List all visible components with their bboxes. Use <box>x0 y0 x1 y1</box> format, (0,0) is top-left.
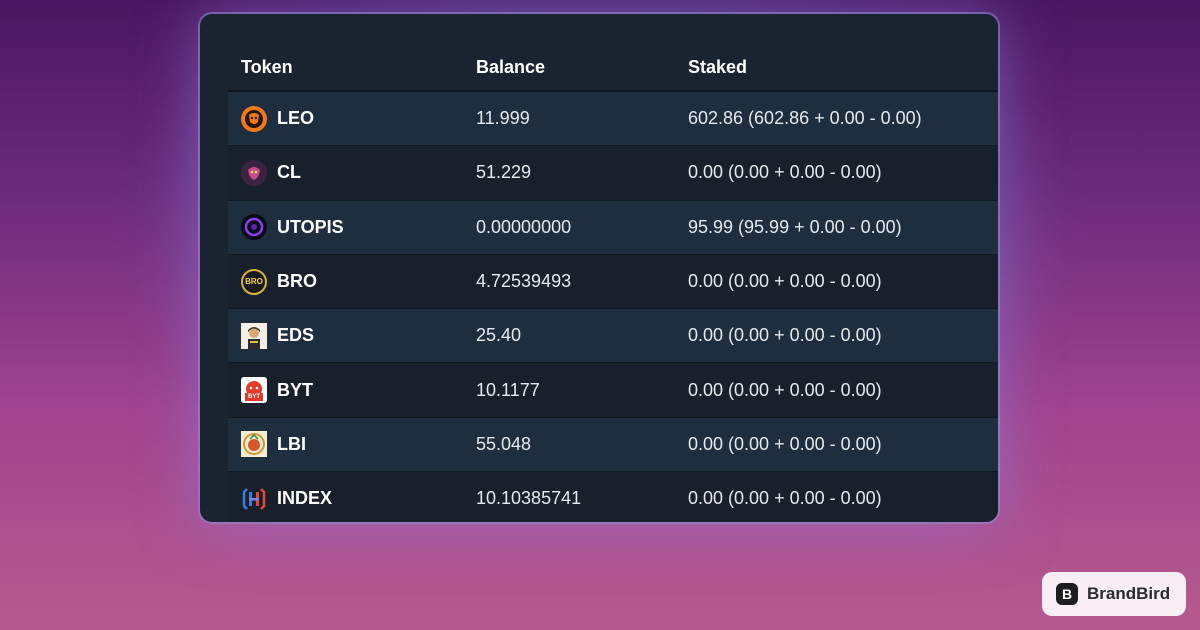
token-table: Token Balance Staked LEO 11.999 602.86 (… <box>228 44 998 522</box>
table-row: BYT BYT 10.1177 0.00 (0.00 + 0.00 - 0.00… <box>228 363 998 418</box>
token-name: LEO <box>277 108 315 129</box>
table-row: BRO BRO 4.72539493 0.00 (0.00 + 0.00 - 0… <box>228 254 998 310</box>
balance-cell: 10.10385741 <box>476 488 582 509</box>
token-cell: LBI <box>228 431 476 458</box>
staked-cell: 0.00 (0.00 + 0.00 - 0.00) <box>688 379 882 400</box>
table-row: CL 51.229 0.00 (0.00 + 0.00 - 0.00) <box>228 146 998 201</box>
token-cell: BRO BRO <box>228 268 476 295</box>
utopis-token-icon <box>241 214 267 241</box>
staked-cell: 0.00 (0.00 + 0.00 - 0.00) <box>688 271 882 292</box>
token-name: EDS <box>277 325 315 346</box>
token-cell: UTOPIS <box>228 214 476 241</box>
table-row: INDEX 10.10385741 0.00 (0.00 + 0.00 - 0.… <box>228 472 998 522</box>
token-name: LBI <box>277 433 306 454</box>
bro-icon-text: BRO <box>245 277 263 287</box>
balance-cell: 25.40 <box>476 325 522 346</box>
table-row: LEO 11.999 602.86 (602.86 + 0.00 - 0.00) <box>228 92 998 147</box>
leo-token-icon <box>241 105 267 132</box>
token-table-card: Token Balance Staked LEO 11.999 602.86 (… <box>200 14 998 522</box>
staked-cell: 602.86 (602.86 + 0.00 - 0.00) <box>688 108 922 129</box>
eds-token-icon <box>241 322 267 349</box>
header-balance: Balance <box>476 56 546 77</box>
byt-token-icon: BYT <box>241 377 267 404</box>
staked-cell: 95.99 (95.99 + 0.00 - 0.00) <box>688 216 902 237</box>
token-cell: INDEX <box>228 486 476 512</box>
brandbird-logo-icon: B <box>1056 583 1078 605</box>
staked-cell: 0.00 (0.00 + 0.00 - 0.00) <box>688 488 882 509</box>
staked-cell: 0.00 (0.00 + 0.00 - 0.00) <box>688 433 882 454</box>
byt-icon-text: BYT <box>245 393 263 402</box>
balance-cell: 51.229 <box>476 162 532 183</box>
lbi-token-icon <box>241 431 267 458</box>
token-name: INDEX <box>277 488 333 509</box>
token-cell: EDS <box>228 322 476 349</box>
header-staked: Staked <box>688 56 748 77</box>
bro-token-icon: BRO <box>241 268 267 295</box>
staked-cell: 0.00 (0.00 + 0.00 - 0.00) <box>688 325 882 346</box>
token-cell: CL <box>228 159 476 186</box>
index-token-icon <box>241 486 267 512</box>
table-row: LBI 55.048 0.00 (0.00 + 0.00 - 0.00) <box>228 417 998 473</box>
balance-cell: 10.1177 <box>476 379 540 400</box>
brandbird-text: BrandBird <box>1087 584 1171 603</box>
token-name: BYT <box>277 379 313 400</box>
balance-cell: 4.72539493 <box>476 271 572 292</box>
brandbird-watermark: B BrandBird <box>1042 572 1186 616</box>
balance-cell: 55.048 <box>476 433 532 454</box>
token-name: BRO <box>277 271 317 292</box>
token-name: CL <box>277 162 301 183</box>
token-cell: LEO <box>228 105 476 132</box>
table-row: EDS 25.40 0.00 (0.00 + 0.00 - 0.00) <box>228 309 998 364</box>
table-row: UTOPIS 0.00000000 95.99 (95.99 + 0.00 - … <box>228 200 998 255</box>
token-cell: BYT BYT <box>228 377 476 404</box>
token-name: UTOPIS <box>277 216 344 237</box>
cl-token-icon <box>241 159 267 186</box>
balance-cell: 0.00000000 <box>476 216 572 237</box>
staked-cell: 0.00 (0.00 + 0.00 - 0.00) <box>688 162 882 183</box>
balance-cell: 11.999 <box>476 108 530 129</box>
header-token: Token <box>241 56 293 77</box>
table-header: Token Balance Staked <box>228 44 998 92</box>
